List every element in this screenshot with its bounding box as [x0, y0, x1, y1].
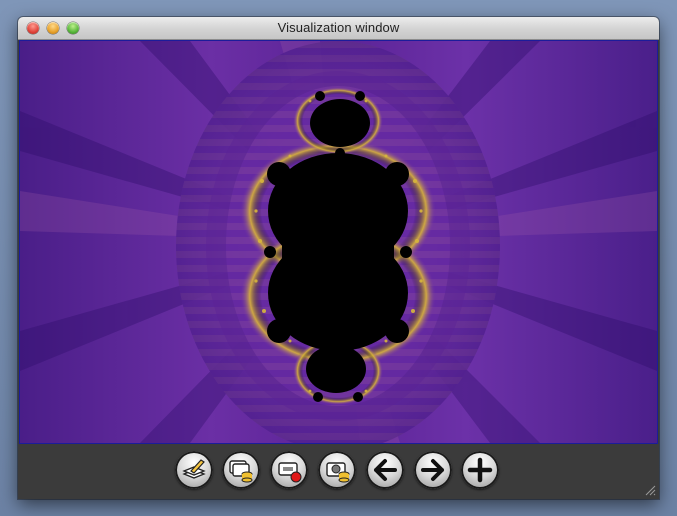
back-button[interactable]: [366, 451, 404, 489]
edit-layers-button[interactable]: [175, 451, 213, 489]
resize-grip[interactable]: [645, 485, 656, 496]
save-windows-icon: [228, 457, 254, 483]
add-icon: [466, 456, 494, 484]
mandelbrot-render: [20, 41, 657, 443]
edit-layers-icon: [181, 457, 207, 483]
visualization-window: Visualization window: [18, 17, 659, 499]
forward-button[interactable]: [414, 451, 452, 489]
record-movie-button[interactable]: [270, 451, 308, 489]
add-button[interactable]: [461, 451, 499, 489]
title-bar[interactable]: Visualization window: [18, 17, 659, 40]
save-image-icon: [324, 457, 350, 483]
back-arrow-icon: [371, 456, 399, 484]
record-movie-icon: [276, 457, 302, 483]
save-image-button[interactable]: [318, 451, 356, 489]
window-title: Visualization window: [277, 20, 400, 35]
forward-arrow-icon: [419, 456, 447, 484]
toolbar: [18, 444, 659, 499]
fractal-viewport[interactable]: [19, 40, 658, 444]
save-windows-button[interactable]: [222, 451, 260, 489]
